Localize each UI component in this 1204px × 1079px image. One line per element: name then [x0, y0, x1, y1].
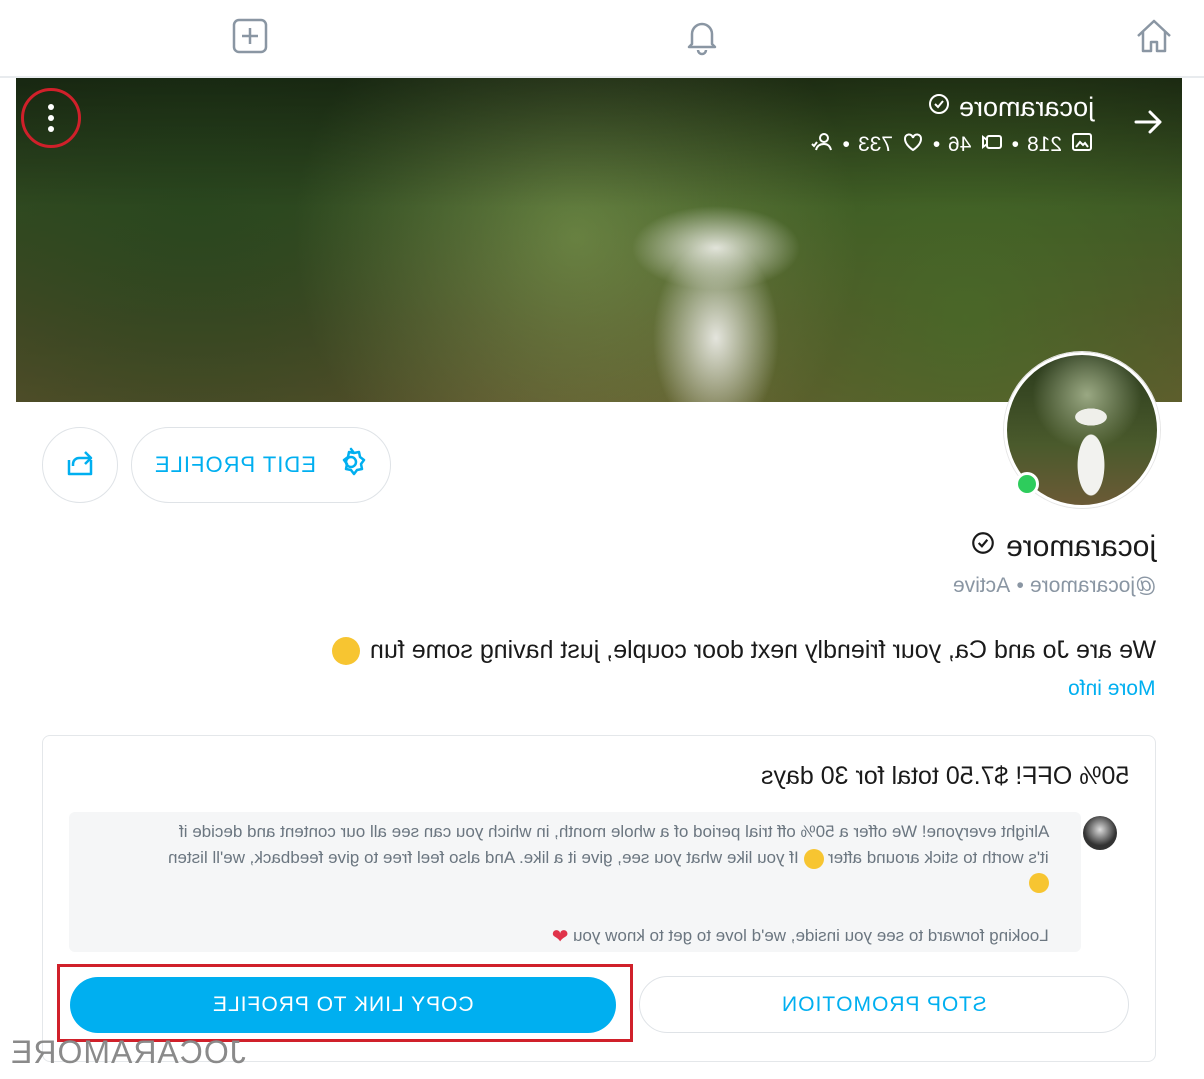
more-options-button[interactable] [21, 88, 81, 148]
more-info-link[interactable]: More info [1068, 677, 1156, 701]
stop-promotion-button[interactable]: STOP PROMOTION [639, 976, 1129, 1033]
top-navigation [0, 0, 1204, 78]
cover-stats: • 733 • 46 • 218 [810, 130, 1094, 160]
highlight-rectangle: COPY LINK TO PROFILE [57, 964, 633, 1042]
videos-count: 46 [948, 133, 972, 156]
cover-username: jocaramore [927, 92, 1094, 123]
copy-link-to-profile-button[interactable]: COPY LINK TO PROFILE [70, 977, 616, 1033]
gear-icon [334, 445, 368, 485]
cover-image: jocaramore • 733 • 46 • 218 [16, 78, 1182, 402]
edit-profile-button[interactable]: EDIT PROFILE [131, 427, 391, 503]
bell-icon[interactable] [680, 14, 724, 58]
handle-text: @jocaramore [1029, 574, 1156, 597]
watermark: JOCARAMORE [10, 1034, 246, 1070]
verified-icon [927, 92, 951, 123]
promotion-title: 50% OFF! $7.50 total for 30 days [760, 762, 1129, 790]
share-button[interactable] [42, 427, 118, 503]
profile-bio: We are Jo and Ca, your friendly next doo… [331, 636, 1156, 665]
share-icon [63, 446, 97, 485]
tongue-emoji-icon [803, 848, 824, 869]
online-status-dot [1015, 472, 1039, 496]
add-post-icon[interactable] [228, 14, 272, 58]
smiling-hearts-emoji-icon [331, 636, 360, 665]
profile-handle-status: Active • @jocaramore [953, 574, 1156, 597]
subscriber-icon [810, 130, 834, 160]
back-arrow-icon[interactable] [1130, 104, 1166, 140]
video-icon [980, 130, 1004, 160]
status-text: Active [953, 574, 1011, 597]
profile-name: jocaramore [970, 530, 1156, 564]
photos-count: 218 [1026, 133, 1062, 156]
likes-count: 733 [857, 133, 893, 156]
heart-icon [901, 130, 925, 160]
wink-emoji-icon [1029, 872, 1049, 893]
image-icon [1070, 130, 1094, 160]
kebab-icon [48, 104, 54, 137]
verified-icon [970, 530, 996, 564]
heart-emoji-icon: ❤ [551, 926, 569, 948]
promotion-card: 50% OFF! $7.50 total for 30 days Alright… [42, 735, 1156, 1062]
home-icon[interactable] [1132, 14, 1176, 58]
message-avatar [1083, 816, 1117, 850]
promotion-message: Alright everyone! We offer a 50% off tri… [69, 812, 1117, 952]
